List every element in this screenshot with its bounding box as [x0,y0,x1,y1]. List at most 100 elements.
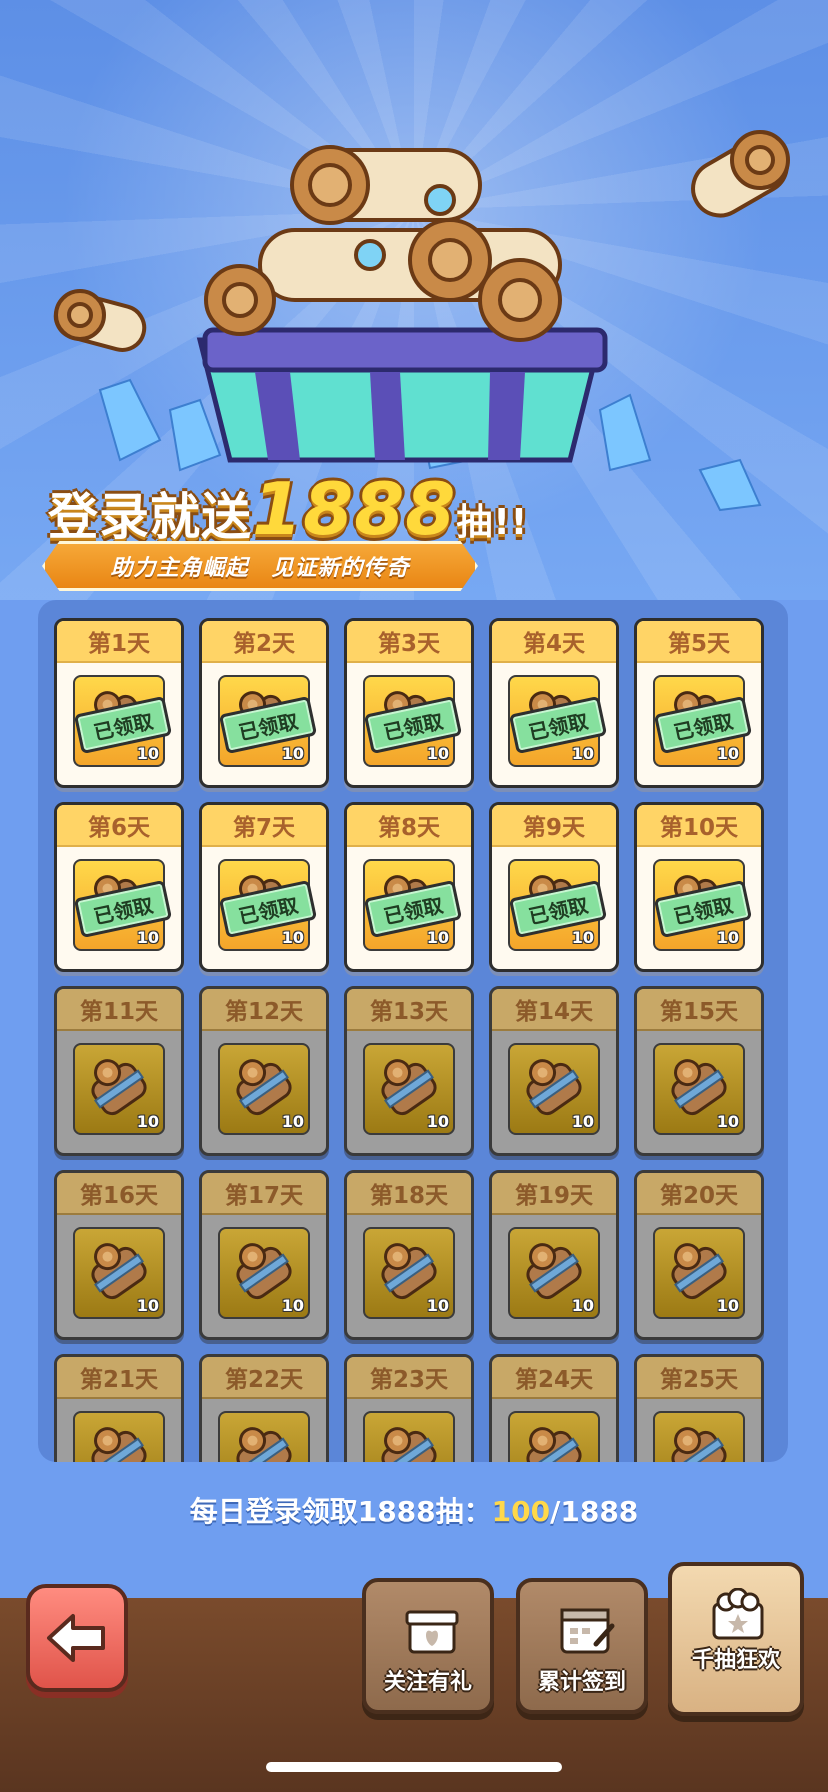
reward-slot: 10 已领取 [653,859,753,951]
reward-slot: 10 已领取 [363,859,463,951]
day-label: 第22天 [202,1357,326,1399]
chest-icon [196,327,608,463]
back-button[interactable] [26,1584,128,1692]
day-label: 第13天 [347,989,471,1031]
title-prefix: 登录就送 [48,488,252,546]
day-card[interactable]: 第19天 10 [489,1170,619,1340]
reward-slot: 10 [218,1411,310,1462]
reward-slot: 10 [73,1227,165,1319]
day-label: 第24天 [492,1357,616,1399]
day-label: 第18天 [347,1173,471,1215]
event-title: 登录就送1888抽!! 助力主角崛起 见证新的传奇 [40,455,640,595]
day-label: 第21天 [57,1357,181,1399]
thousand-draw-label: 千抽狂欢 [691,1648,780,1673]
day-card[interactable]: 第1天 10 已领取 [54,618,184,788]
reward-count: 10 [281,744,304,763]
day-label: 第7天 [202,805,326,847]
reward-count: 10 [136,744,159,763]
follow-gift-button[interactable]: 关注有礼 [362,1578,494,1714]
day-card[interactable]: 第4天 10 已领取 [489,618,619,788]
progress-label: 每日登录领取1888抽 [189,1495,464,1528]
reward-count: 10 [716,744,739,763]
home-indicator[interactable] [266,1762,562,1772]
day-label: 第17天 [202,1173,326,1215]
day-card[interactable]: 第10天 10 已领取 [634,802,764,972]
day-label: 第15天 [637,989,761,1031]
scroll-icon [204,145,562,342]
day-label: 第10天 [637,805,761,847]
day-label: 第16天 [57,1173,181,1215]
reward-count: 10 [571,744,594,763]
progress-current: 100 [491,1495,551,1528]
reward-count: 10 [571,928,594,947]
reward-count: 10 [281,1112,304,1131]
reward-slot: 10 已领取 [653,675,753,767]
cumulative-signin-button[interactable]: 累计签到 [516,1578,648,1714]
day-card[interactable]: 第6天 10 已领取 [54,802,184,972]
day-label: 第14天 [492,989,616,1031]
day-card[interactable]: 第17天 10 [199,1170,329,1340]
reward-count: 10 [281,928,304,947]
day-card[interactable]: 第20天 10 [634,1170,764,1340]
day-card[interactable]: 第2天 10 已领取 [199,618,329,788]
reward-slot: 10 已领取 [73,859,173,951]
reward-slot: 10 [508,1043,600,1135]
day-grid: 第1天 10 已领取 第2天 10 已领取 第3天 10 已领取 第4天 10 已领取 第5天 10 已领取… [54,618,776,1462]
scroll-icon [381,1427,437,1462]
day-card[interactable]: 第21天 10 [54,1354,184,1462]
title-suffix: 抽!! [456,502,529,543]
daily-rewards-panel[interactable]: 第1天 10 已领取 第2天 10 已领取 第3天 10 已领取 第4天 10 已领取 第5天 10 已领取… [38,600,788,1462]
progress-total: /1888 [550,1495,639,1528]
reward-count: 10 [136,928,159,947]
reward-slot: 10 已领取 [363,675,463,767]
scroll-icon [671,1427,727,1462]
day-card[interactable]: 第23天 10 [344,1354,474,1462]
login-progress: 每日登录领取1888抽：100/1888 [0,1490,828,1530]
day-card[interactable]: 第24天 10 [489,1354,619,1462]
day-card[interactable]: 第11天 10 [54,986,184,1156]
reward-slot: 10 [363,1411,455,1462]
day-card[interactable]: 第18天 10 [344,1170,474,1340]
reward-count: 10 [426,744,449,763]
reward-count: 10 [136,1296,159,1315]
arrow-left-icon [47,1614,105,1662]
day-card[interactable]: 第8天 10 已领取 [344,802,474,972]
reward-slot: 10 已领取 [73,675,173,767]
reward-count: 10 [426,928,449,947]
day-label: 第2天 [202,621,326,663]
reward-slot: 10 [363,1043,455,1135]
scroll-icon [91,1427,147,1462]
day-label: 第4天 [492,621,616,663]
day-label: 第19天 [492,1173,616,1215]
day-label: 第3天 [347,621,471,663]
day-card[interactable]: 第9天 10 已领取 [489,802,619,972]
reward-slot: 10 [218,1227,310,1319]
day-label: 第20天 [637,1173,761,1215]
reward-count: 10 [281,1296,304,1315]
reward-count: 10 [716,1296,739,1315]
reward-slot: 10 [218,1043,310,1135]
day-card[interactable]: 第13天 10 [344,986,474,1156]
day-card[interactable]: 第15天 10 [634,986,764,1156]
reward-count: 10 [136,1112,159,1131]
day-card[interactable]: 第7天 10 已领取 [199,802,329,972]
day-label: 第23天 [347,1357,471,1399]
reward-slot: 10 [73,1043,165,1135]
calendar-icon [560,1608,615,1654]
reward-slot: 10 [653,1411,745,1462]
reward-count: 10 [716,1112,739,1131]
day-card[interactable]: 第5天 10 已领取 [634,618,764,788]
day-card[interactable]: 第14天 10 [489,986,619,1156]
thousand-draw-button[interactable]: 千抽狂欢 [668,1562,804,1716]
day-label: 第1天 [57,621,181,663]
day-card[interactable]: 第12天 10 [199,986,329,1156]
day-card[interactable]: 第3天 10 已领取 [344,618,474,788]
day-card[interactable]: 第16天 10 [54,1170,184,1340]
reward-slot: 10 [508,1227,600,1319]
day-card[interactable]: 第25天 10 [634,1354,764,1462]
reward-slot: 10 [73,1411,165,1462]
gift-icon [405,1610,459,1654]
treasure-box-icon [712,1588,764,1640]
day-card[interactable]: 第22天 10 [199,1354,329,1462]
reward-slot: 10 [653,1043,745,1135]
